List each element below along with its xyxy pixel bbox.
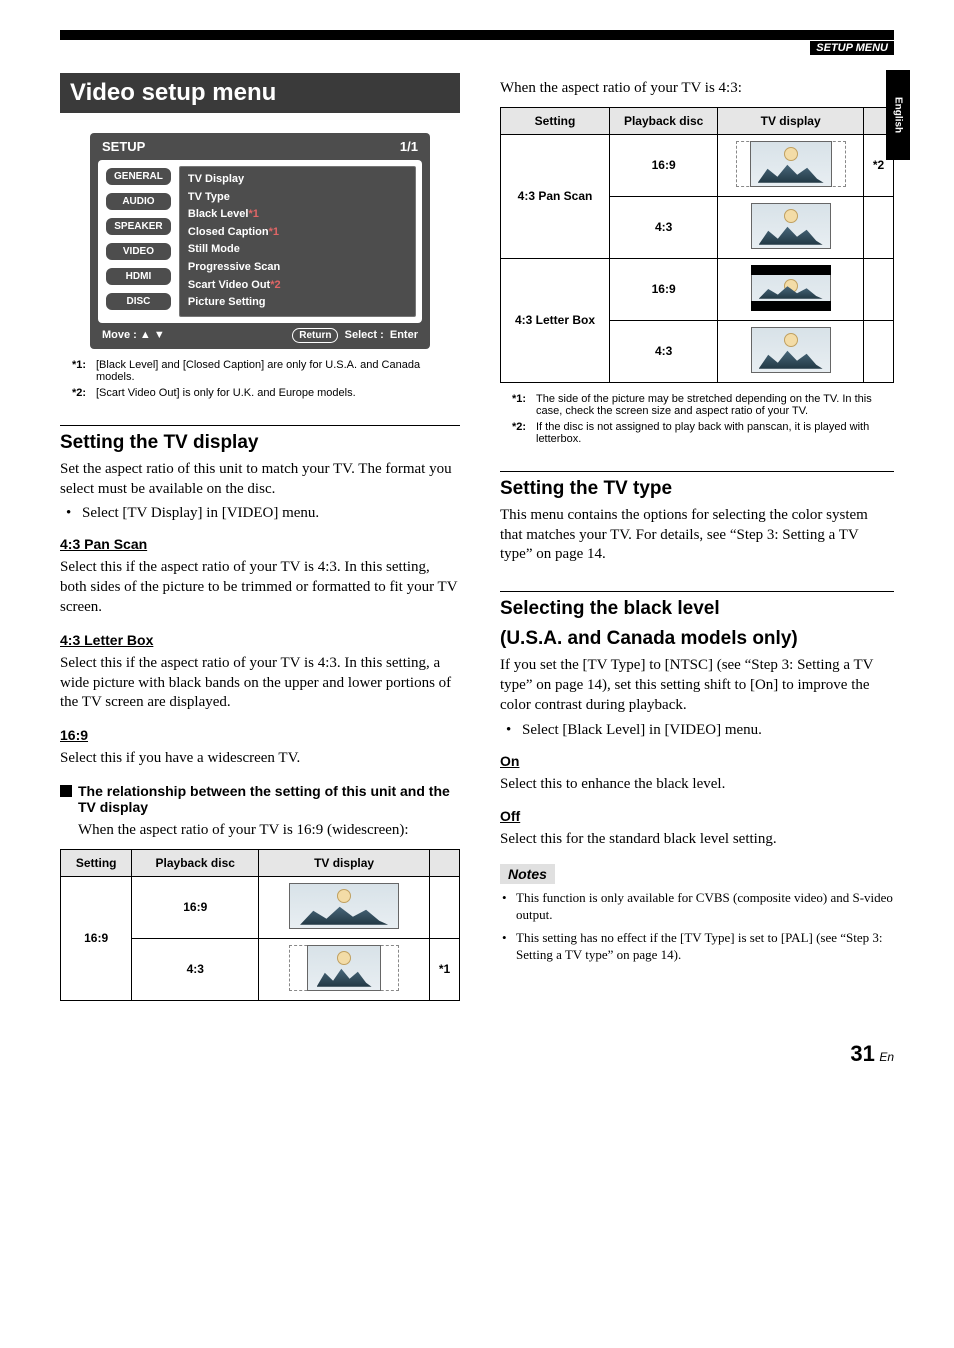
tab-speaker[interactable]: SPEAKER <box>104 216 173 237</box>
return-button[interactable]: Return <box>292 328 338 343</box>
paragraph: Select this if the aspect ratio of your … <box>60 654 460 713</box>
menu-item[interactable]: Black Level*1 <box>188 206 407 224</box>
chapter-title: Video setup menu <box>60 73 460 113</box>
cell-note <box>430 876 460 938</box>
menu-item[interactable]: Closed Caption*1 <box>188 224 407 242</box>
sub-heading: The relationship between the setting of … <box>60 783 460 815</box>
menu-item[interactable]: Picture Setting <box>188 294 407 312</box>
cell-image <box>718 134 864 196</box>
left-column: Video setup menu SETUP 1/1 GENERAL AUDIO… <box>60 73 460 1001</box>
section-heading: Setting the TV type <box>500 471 894 500</box>
setup-page: 1/1 <box>400 139 418 154</box>
list-item: This function is only available for CVBS… <box>500 890 894 924</box>
cell-disc: 4:3 <box>610 196 718 258</box>
cell-note <box>864 196 894 258</box>
menu-item[interactable]: TV Type <box>188 189 407 207</box>
footnote: *1:[Black Level] and [Closed Caption] ar… <box>72 359 460 383</box>
option-heading: On <box>500 753 894 769</box>
footer-move: Move : ▲ ▼ <box>102 329 165 341</box>
notes-label: Notes <box>500 864 555 884</box>
section-heading: Selecting the black level <box>500 591 894 620</box>
th-disc: Playback disc <box>610 107 718 134</box>
page: SETUP MENU English Video setup menu SETU… <box>0 0 954 1107</box>
footnote: *2:[Scart Video Out] is only for U.K. an… <box>72 387 460 399</box>
menu-list: TV Display TV Type Black Level*1 Closed … <box>179 166 416 317</box>
cell-setting: 4:3 Letter Box <box>501 258 610 382</box>
footnote: *1:The side of the picture may be stretc… <box>512 393 894 417</box>
aspect-table-43: Setting Playback disc TV display 4:3 Pan… <box>500 107 894 383</box>
th-display: TV display <box>259 849 430 876</box>
menu-item[interactable]: Still Mode <box>188 241 407 259</box>
cell-note <box>864 320 894 382</box>
tab-disc[interactable]: DISC <box>104 291 173 312</box>
setup-title: SETUP <box>102 139 145 154</box>
paragraph: This menu contains the options for selec… <box>500 506 894 565</box>
cell-image <box>718 320 864 382</box>
menu-item[interactable]: TV Display <box>188 171 407 189</box>
footnote: *2:If the disc is not assigned to play b… <box>512 421 894 445</box>
th-note <box>430 849 460 876</box>
cell-image <box>259 938 430 1000</box>
paragraph: Set the aspect ratio of this unit to mat… <box>60 460 460 500</box>
th-setting: Setting <box>61 849 132 876</box>
cell-disc: 16:9 <box>132 876 259 938</box>
setup-panel: SETUP 1/1 GENERAL AUDIO SPEAKER VIDEO HD… <box>90 133 430 349</box>
cell-note <box>864 258 894 320</box>
tab-hdmi[interactable]: HDMI <box>104 266 173 287</box>
paragraph: Select this if the aspect ratio of your … <box>60 558 460 617</box>
section-heading: (U.S.A. and Canada models only) <box>500 628 894 650</box>
top-bar <box>60 30 894 40</box>
cell-setting: 16:9 <box>61 876 132 1000</box>
th-display: TV display <box>718 107 864 134</box>
paragraph: When the aspect ratio of your TV is 16:9… <box>78 821 460 841</box>
aspect-table-169: Setting Playback disc TV display 16:9 16… <box>60 849 460 1001</box>
th-disc: Playback disc <box>132 849 259 876</box>
option-heading: 16:9 <box>60 727 460 743</box>
page-number: 31 En <box>60 1041 894 1067</box>
footer-select: Select : <box>345 329 384 341</box>
menu-item[interactable]: Scart Video Out*2 <box>188 277 407 295</box>
paragraph: If you set the [TV Type] to [NTSC] (see … <box>500 656 894 715</box>
footer-enter: Enter <box>390 329 418 341</box>
cell-disc: 4:3 <box>132 938 259 1000</box>
paragraph: Select this if you have a widescreen TV. <box>60 749 460 769</box>
paragraph: Select this to enhance the black level. <box>500 775 894 795</box>
menu-item[interactable]: Progressive Scan <box>188 259 407 277</box>
cell-note: *1 <box>430 938 460 1000</box>
th-setting: Setting <box>501 107 610 134</box>
cell-image <box>718 258 864 320</box>
list-item: This setting has no effect if the [TV Ty… <box>500 930 894 964</box>
tab-video[interactable]: VIDEO <box>104 241 173 262</box>
paragraph: Select this for the standard black level… <box>500 830 894 850</box>
list-item: Select [Black Level] in [VIDEO] menu. <box>500 722 894 739</box>
cell-image <box>718 196 864 258</box>
tab-audio[interactable]: AUDIO <box>104 191 173 212</box>
right-column: When the aspect ratio of your TV is 4:3:… <box>500 73 894 1001</box>
header-setup-menu: SETUP MENU <box>810 41 894 55</box>
paragraph: When the aspect ratio of your TV is 4:3: <box>500 79 894 99</box>
list-item: Select [TV Display] in [VIDEO] menu. <box>60 505 460 522</box>
cell-setting: 4:3 Pan Scan <box>501 134 610 258</box>
tab-general[interactable]: GENERAL <box>104 166 173 187</box>
section-heading: Setting the TV display <box>60 425 460 454</box>
option-heading: 4:3 Letter Box <box>60 632 460 648</box>
cell-disc: 16:9 <box>610 258 718 320</box>
cell-disc: 4:3 <box>610 320 718 382</box>
option-heading: Off <box>500 808 894 824</box>
cell-image <box>259 876 430 938</box>
cell-disc: 16:9 <box>610 134 718 196</box>
option-heading: 4:3 Pan Scan <box>60 536 460 552</box>
language-tab: English <box>886 70 910 160</box>
